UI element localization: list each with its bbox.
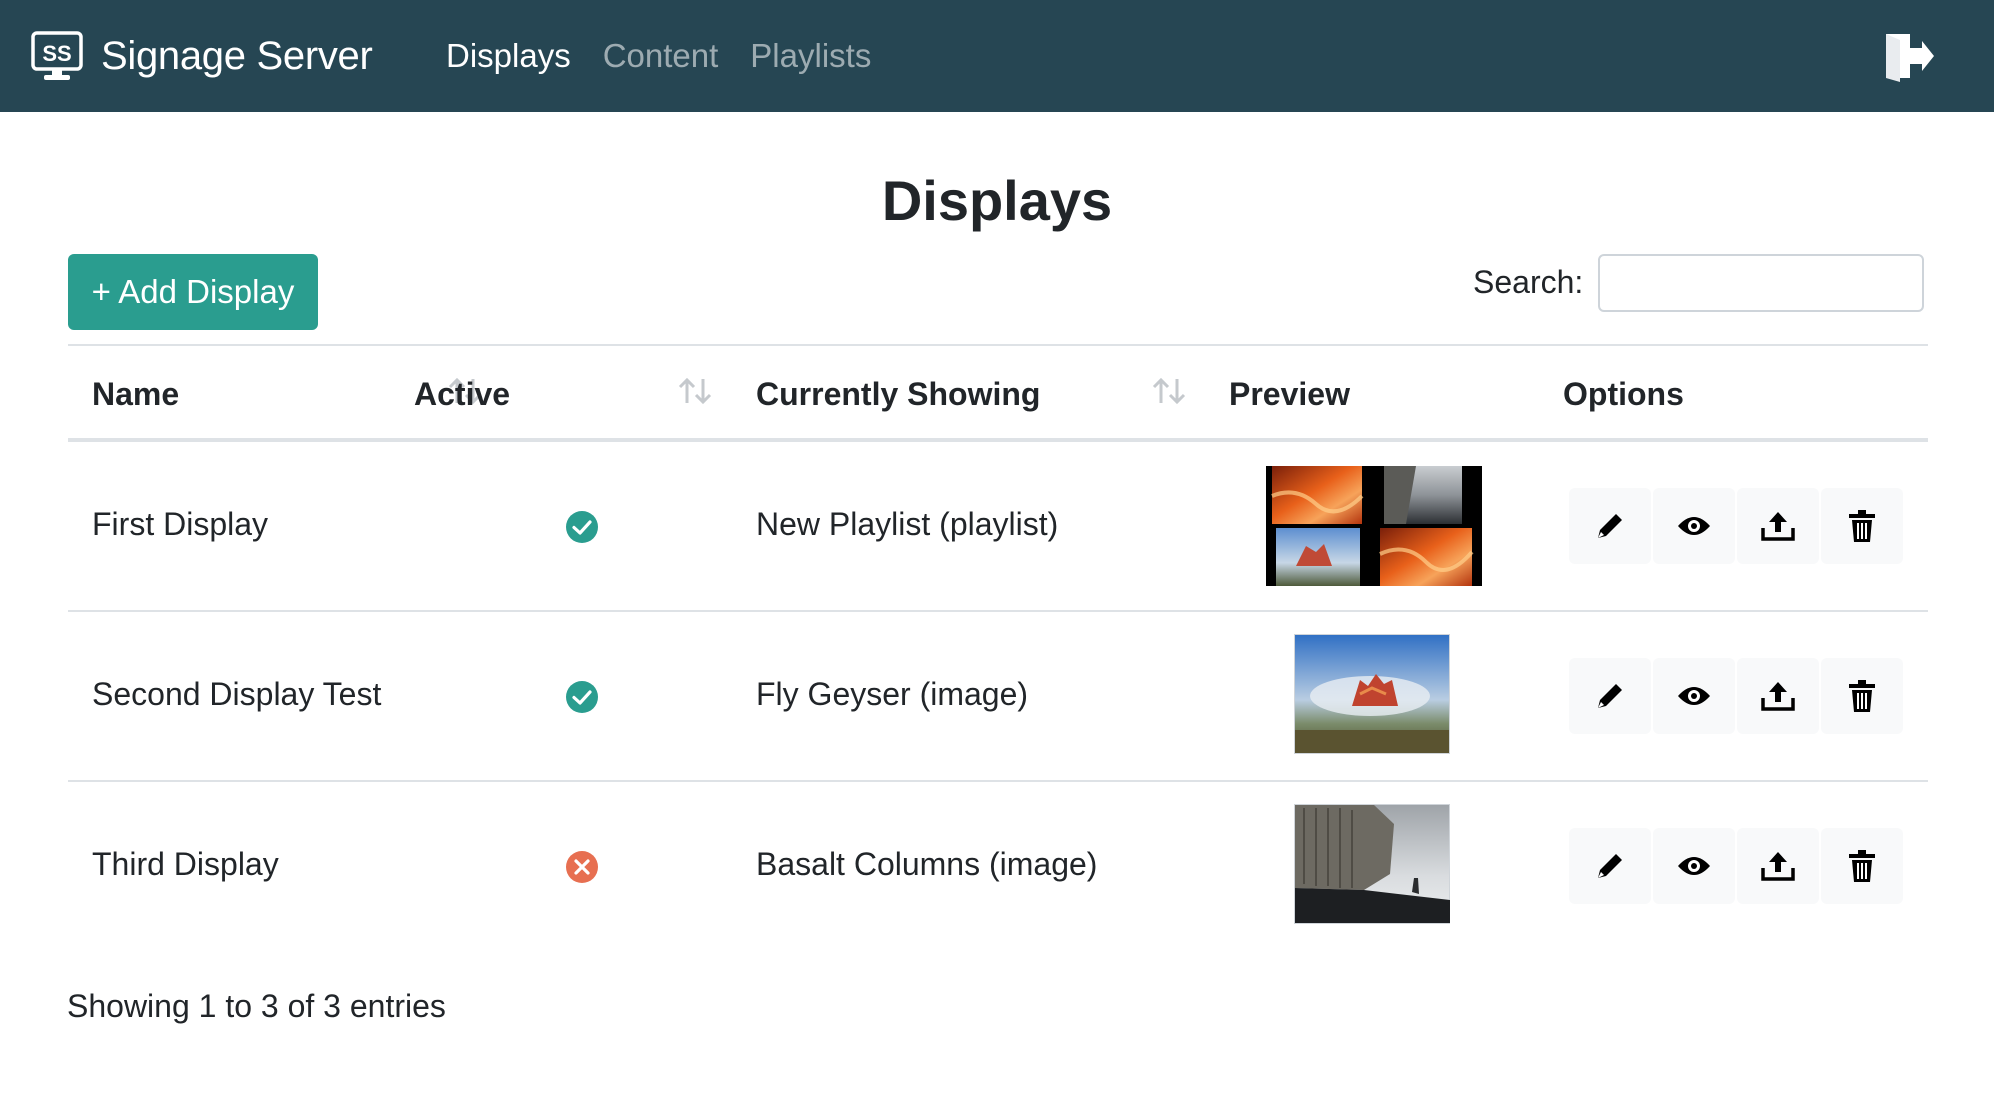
- edit-button[interactable]: [1569, 828, 1651, 904]
- svg-text:SS: SS: [42, 41, 71, 66]
- table-row: Third Display Basalt Columns (image): [68, 782, 1928, 952]
- delete-button[interactable]: [1821, 488, 1903, 564]
- column-header-currently-showing[interactable]: Currently Showing: [756, 376, 1040, 413]
- nav-content[interactable]: Content: [603, 37, 719, 75]
- push-button[interactable]: [1737, 488, 1819, 564]
- sort-icon[interactable]: [1150, 376, 1188, 406]
- table-row: First Display New Playlist (playlist): [68, 442, 1928, 612]
- view-button[interactable]: [1653, 658, 1735, 734]
- pencil-icon: [1598, 854, 1622, 878]
- main-nav: Displays Content Playlists: [446, 0, 903, 112]
- column-header-active[interactable]: Active: [414, 376, 510, 413]
- pencil-icon: [1598, 514, 1622, 538]
- check-circle-icon: [566, 511, 598, 543]
- delete-button[interactable]: [1821, 828, 1903, 904]
- table-header: Name Active Currently Showing Preview Op…: [68, 344, 1928, 442]
- display-name: Second Display Test: [92, 676, 382, 712]
- displays-table: Name Active Currently Showing Preview Op…: [68, 344, 1928, 952]
- brand-name: Signage Server: [101, 33, 373, 78]
- trash-icon: [1849, 680, 1875, 712]
- upload-icon: [1761, 852, 1795, 881]
- currently-showing: Fly Geyser (image): [756, 676, 1029, 712]
- fly-geyser-thumbnail[interactable]: [1294, 634, 1450, 754]
- upload-icon: [1761, 512, 1795, 541]
- column-header-options: Options: [1563, 376, 1684, 412]
- edit-button[interactable]: [1569, 658, 1651, 734]
- check-circle-icon: [566, 681, 598, 713]
- nav-displays[interactable]: Displays: [446, 37, 571, 75]
- row-options: [1569, 658, 1903, 734]
- currently-showing: New Playlist (playlist): [756, 506, 1059, 542]
- table-row: Second Display Test Fly Geyser (image): [68, 612, 1928, 782]
- eye-icon: [1678, 687, 1710, 705]
- nav-playlists[interactable]: Playlists: [750, 37, 871, 75]
- playlist-collage-thumbnail[interactable]: [1266, 466, 1482, 586]
- pencil-icon: [1598, 684, 1622, 708]
- search-label: Search:: [1473, 264, 1584, 300]
- page-title: Displays: [881, 169, 1113, 232]
- eye-icon: [1678, 517, 1710, 535]
- display-name: Third Display: [92, 846, 279, 882]
- eye-icon: [1678, 857, 1710, 875]
- upload-icon: [1761, 682, 1795, 711]
- edit-button[interactable]: [1569, 488, 1651, 564]
- basalt-columns-thumbnail[interactable]: [1294, 804, 1450, 924]
- brand[interactable]: SS Signage Server: [31, 0, 373, 112]
- view-button[interactable]: [1653, 488, 1735, 564]
- push-button[interactable]: [1737, 658, 1819, 734]
- column-header-preview: Preview: [1229, 376, 1350, 412]
- push-button[interactable]: [1737, 828, 1819, 904]
- column-header-name[interactable]: Name: [92, 376, 179, 413]
- table-info: Showing 1 to 3 of 3 entries: [67, 988, 446, 1024]
- sort-icon[interactable]: [676, 376, 714, 406]
- x-circle-icon: [566, 851, 598, 883]
- view-button[interactable]: [1653, 828, 1735, 904]
- row-options: [1569, 828, 1903, 904]
- search-input[interactable]: [1598, 254, 1924, 312]
- trash-icon: [1849, 510, 1875, 542]
- display-name: First Display: [92, 506, 269, 542]
- row-options: [1569, 488, 1903, 564]
- top-navbar: SS Signage Server Displays Content Playl…: [0, 0, 1994, 112]
- add-display-button[interactable]: + Add Display: [68, 254, 318, 330]
- delete-button[interactable]: [1821, 658, 1903, 734]
- logout-icon[interactable]: [1880, 30, 1936, 82]
- monitor-logo-icon: SS: [31, 31, 83, 80]
- trash-icon: [1849, 850, 1875, 882]
- currently-showing: Basalt Columns (image): [756, 846, 1098, 882]
